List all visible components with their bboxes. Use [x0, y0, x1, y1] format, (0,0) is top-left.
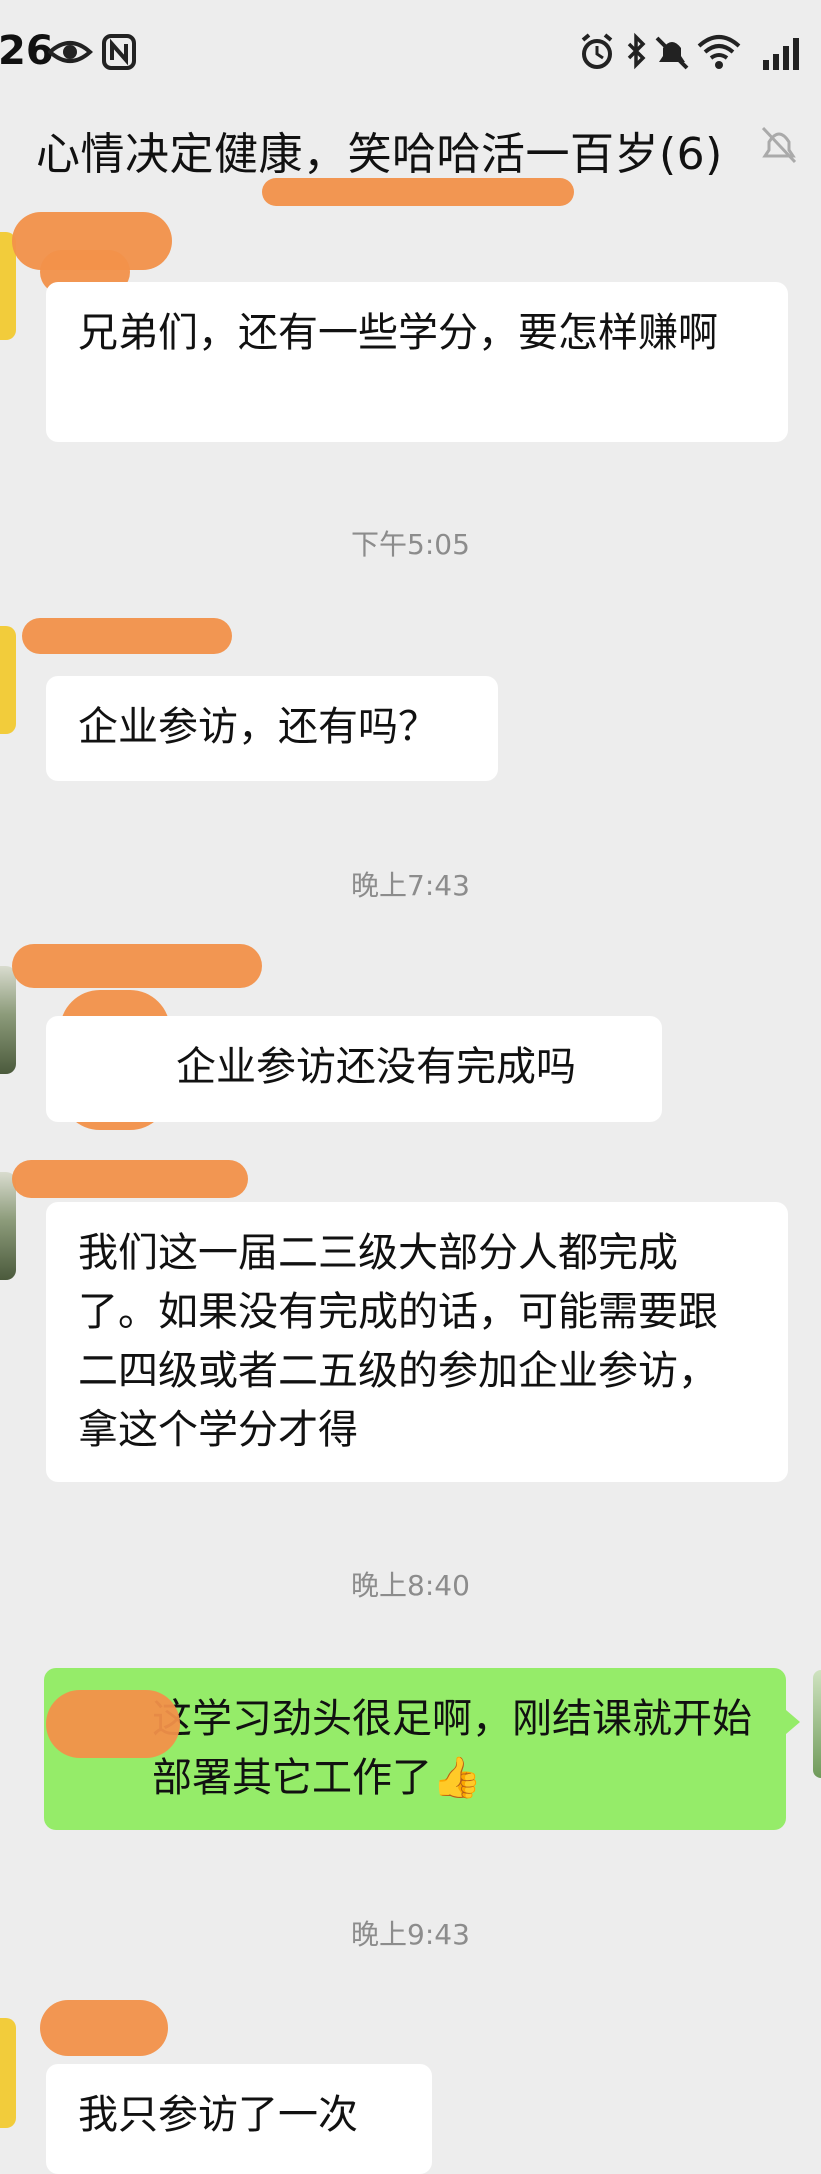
sender-avatar[interactable]	[0, 626, 16, 734]
message-bubble[interactable]: 我只参访了一次	[46, 2064, 432, 2174]
wifi-icon	[697, 35, 741, 69]
chat-title[interactable]: 心情决定健康，笑哈哈活一百岁(6)	[36, 118, 723, 182]
message-timestamp: 晚上8:40	[351, 1569, 470, 1602]
message-text: 我们这一届二三级大部分人都完成了。如果没有完成的话，可能需要跟二四级或者二五级的…	[78, 1230, 718, 1453]
message-timestamp: 晚上9:43	[351, 1918, 470, 1951]
redaction-mark	[46, 1690, 180, 1758]
sender-avatar[interactable]	[0, 966, 16, 1074]
message-text: 我只参访了一次	[78, 2092, 358, 2138]
my-avatar[interactable]	[813, 1670, 821, 1778]
redaction-mark	[40, 2000, 168, 2056]
mute-bell-icon	[655, 36, 689, 70]
status-right-icons	[577, 30, 807, 78]
redaction-mark	[12, 1160, 248, 1198]
message-bubble[interactable]: 企业参访，还有吗？	[46, 676, 498, 781]
message-timestamp: 下午5:05	[351, 528, 470, 561]
signal-icon	[763, 38, 799, 70]
message-bubble[interactable]: 我们这一届二三级大部分人都完成了。如果没有完成的话，可能需要跟二四级或者二五级的…	[46, 1202, 788, 1482]
redaction-mark	[262, 178, 574, 206]
eye-icon	[47, 41, 93, 63]
message-text: 这学习劲头很足啊，刚结课就开始部署其它工作了👍	[152, 1696, 752, 1801]
status-left-icons	[47, 30, 148, 78]
status-time: 26	[0, 28, 54, 74]
bluetooth-icon	[627, 32, 646, 70]
message-text: 企业参访还没有完成吗	[176, 1044, 576, 1090]
status-bar: 26	[0, 0, 821, 108]
message-bubble[interactable]: 企业参访还没有完成吗	[46, 1016, 662, 1122]
redaction-mark	[12, 944, 262, 988]
sender-avatar[interactable]	[0, 2018, 16, 2128]
message-timestamp: 晚上7:43	[351, 869, 470, 902]
mute-icon	[759, 122, 799, 170]
message-text: 兄弟们，还有一些学分，要怎样赚啊	[78, 310, 718, 356]
message-bubble[interactable]: 兄弟们，还有一些学分，要怎样赚啊	[46, 282, 788, 442]
alarm-icon	[581, 33, 613, 69]
nfc-icon	[102, 34, 136, 70]
redaction-mark	[22, 618, 232, 654]
message-text: 企业参访，还有吗？	[78, 704, 438, 750]
